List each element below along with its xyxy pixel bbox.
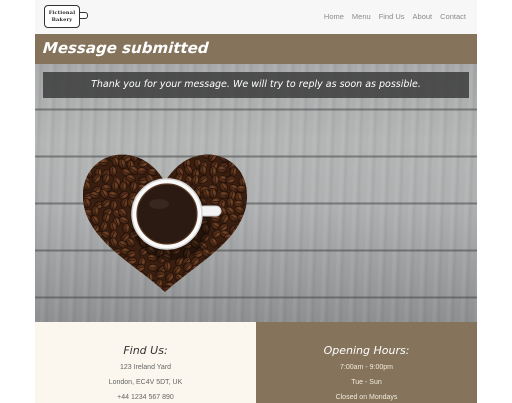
- opening-hours-section: Opening Hours: 7:00am - 9:00pm Tue - Sun…: [256, 322, 477, 403]
- logo-tab: [80, 12, 88, 19]
- find-us-section: Find Us: 123 Ireland Yard London, EC4V 5…: [35, 322, 256, 403]
- logo-text-line1: Fictional: [48, 10, 76, 16]
- nav-link-home[interactable]: Home: [324, 12, 344, 21]
- page: Fictional Bakery Home Menu Find Us About…: [35, 0, 477, 403]
- bakery-logo[interactable]: Fictional Bakery: [44, 5, 88, 28]
- confirmation-banner: Thank you for your message. We will try …: [43, 72, 469, 98]
- page-title-bar: Message submitted: [35, 34, 477, 64]
- nav-link-menu[interactable]: Menu: [352, 12, 371, 21]
- city-line: London, EC4V 5DT, UK: [108, 379, 183, 386]
- closed-line: Closed on Mondays: [335, 394, 398, 401]
- top-navbar: Fictional Bakery Home Menu Find Us About…: [35, 0, 477, 34]
- nav-link-contact[interactable]: Contact: [440, 12, 466, 21]
- opening-hours-title: Opening Hours:: [323, 344, 410, 357]
- logo-text-line2: Bakery: [51, 17, 73, 23]
- confirmation-message: Thank you for your message. We will try …: [91, 79, 421, 90]
- nav-links: Home Menu Find Us About Contact: [324, 12, 466, 21]
- page-title: Message submitted: [42, 39, 210, 57]
- nav-link-about[interactable]: About: [413, 12, 433, 21]
- hero-image: Thank you for your message. We will try …: [35, 64, 477, 322]
- phone-number[interactable]: +44 1234 567 890: [35, 394, 256, 401]
- days-line: Tue - Sun: [351, 379, 382, 386]
- hours-line: 7:00am - 9:00pm: [340, 364, 393, 371]
- nav-link-find-us[interactable]: Find Us: [379, 12, 405, 21]
- address-line: 123 Ireland Yard: [119, 364, 172, 371]
- find-us-title: Find Us:: [123, 344, 168, 357]
- coffee-heart-image: [83, 154, 247, 292]
